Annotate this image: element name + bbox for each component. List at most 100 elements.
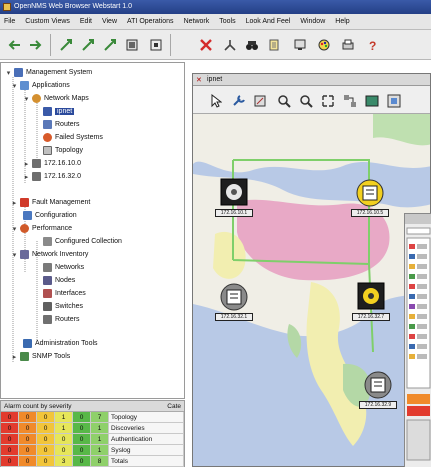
alarm-row[interactable]: 0 0 0 1 0 1 Discoveries bbox=[1, 423, 184, 434]
monitor-icon[interactable] bbox=[290, 35, 310, 55]
alarm-count-cell[interactable]: 0 bbox=[73, 423, 91, 434]
tree-item-fault-management[interactable]: ▸ Fault Management bbox=[11, 197, 90, 208]
tree-item-subnet-10[interactable]: ▸ 172.16.10.0 bbox=[23, 158, 81, 169]
wrench-icon[interactable] bbox=[229, 92, 247, 110]
fit-map-icon[interactable] bbox=[319, 92, 337, 110]
alarm-count-cell[interactable]: 0 bbox=[55, 445, 73, 456]
expand-toggle-icon[interactable]: ▸ bbox=[23, 160, 30, 168]
tree-item-applications[interactable]: ▾ Applications bbox=[11, 80, 70, 91]
menu-network[interactable]: Network bbox=[184, 18, 210, 25]
tree-item-networks[interactable]: Networks bbox=[43, 262, 84, 273]
alarm-count-cell[interactable]: 0 bbox=[19, 423, 37, 434]
palette-icon[interactable] bbox=[314, 35, 334, 55]
tree-item-interfaces[interactable]: Interfaces bbox=[43, 288, 86, 299]
expand-toggle-icon[interactable]: ▸ bbox=[11, 353, 18, 361]
pointer-icon[interactable] bbox=[207, 92, 225, 110]
menu-custom-views[interactable]: Custom Views bbox=[25, 18, 70, 25]
expand-toggle-icon[interactable]: ▸ bbox=[11, 199, 18, 207]
menu-window[interactable]: Window bbox=[300, 18, 325, 25]
alarm-count-cell[interactable]: 7 bbox=[91, 412, 109, 423]
layout-icon[interactable] bbox=[341, 92, 359, 110]
tree-item-administration-tools[interactable]: Administration Tools bbox=[23, 338, 98, 349]
back-arrow-icon[interactable] bbox=[4, 35, 24, 55]
alarm-count-cell[interactable]: 0 bbox=[37, 456, 55, 467]
collapse-toggle-icon[interactable]: ▾ bbox=[23, 95, 30, 103]
tree-root[interactable]: ▾ Management System bbox=[5, 67, 92, 78]
menu-view[interactable]: View bbox=[102, 18, 117, 25]
alarm-count-cell[interactable]: 0 bbox=[73, 412, 91, 423]
alarm-count-cell[interactable]: 1 bbox=[91, 423, 109, 434]
alarm-count-cell[interactable]: 0 bbox=[37, 445, 55, 456]
alarm-count-cell[interactable]: 0 bbox=[1, 434, 19, 445]
alarm-row[interactable]: 0 0 0 0 0 1 Syslog bbox=[1, 445, 184, 456]
map-node-router-gray-2[interactable]: 172.16.32.9 bbox=[359, 370, 397, 409]
tree-item-ipnet[interactable]: ipnet bbox=[43, 106, 75, 117]
tree-item-subnet-32[interactable]: ▸ 172.16.32.0 bbox=[23, 171, 81, 182]
menu-look-and-feel[interactable]: Look And Feel bbox=[246, 18, 291, 25]
menu-file[interactable]: File bbox=[4, 18, 15, 25]
tree-item-configuration[interactable]: Configuration bbox=[23, 210, 77, 221]
close-icon[interactable]: ✕ bbox=[196, 76, 202, 84]
resize-icon[interactable] bbox=[100, 35, 120, 55]
delete-icon[interactable] bbox=[196, 35, 216, 55]
alarm-count-cell[interactable]: 0 bbox=[19, 445, 37, 456]
alarm-row[interactable]: 0 0 0 1 0 7 Topology bbox=[1, 412, 184, 423]
tree-item-routers-map[interactable]: Routers bbox=[43, 119, 80, 130]
tree-item-network-inventory[interactable]: ▾ Network Inventory bbox=[11, 249, 88, 260]
alarm-count-cell[interactable]: 1 bbox=[55, 412, 73, 423]
alarm-count-cell[interactable]: 0 bbox=[19, 434, 37, 445]
tree-item-snmp-tools[interactable]: ▸ SNMP Tools bbox=[11, 351, 70, 362]
map-node-server-yellow[interactable]: 172.16.32.7 bbox=[352, 282, 390, 321]
alarm-count-cell[interactable]: 0 bbox=[73, 456, 91, 467]
alarm-count-cell[interactable]: 0 bbox=[19, 456, 37, 467]
overlapping-window[interactable] bbox=[404, 213, 431, 467]
map-node-router-yellow[interactable]: 172.16.10.5 bbox=[351, 178, 389, 217]
alarm-row[interactable]: 0 0 0 3 0 8 Totals bbox=[1, 456, 184, 467]
grid-icon[interactable] bbox=[122, 35, 142, 55]
collapse-toggle-icon[interactable]: ▾ bbox=[11, 82, 18, 90]
help-icon[interactable]: ? bbox=[362, 35, 382, 55]
collapse-toggle-icon[interactable]: ▾ bbox=[5, 69, 12, 77]
alarm-count-cell[interactable]: 0 bbox=[1, 456, 19, 467]
menu-ati-operations[interactable]: ATI Operations bbox=[127, 18, 174, 25]
tree-item-performance[interactable]: ▾ Performance bbox=[11, 223, 72, 234]
map-node-server[interactable]: 172.16.10.1 bbox=[215, 178, 253, 217]
alarm-count-cell[interactable]: 0 bbox=[1, 423, 19, 434]
tree-item-topology[interactable]: Topology bbox=[43, 145, 83, 156]
alarm-row[interactable]: 0 0 0 0 0 1 Authentication bbox=[1, 434, 184, 445]
alarm-count-cell[interactable]: 0 bbox=[19, 412, 37, 423]
menu-help[interactable]: Help bbox=[335, 18, 349, 25]
menu-edit[interactable]: Edit bbox=[80, 18, 92, 25]
alarm-count-cell[interactable]: 3 bbox=[55, 456, 73, 467]
zoom-out-icon[interactable] bbox=[297, 92, 315, 110]
tree-item-network-maps[interactable]: ▾ Network Maps bbox=[23, 93, 89, 104]
properties-icon[interactable] bbox=[385, 92, 403, 110]
alarm-count-cell[interactable]: 0 bbox=[37, 412, 55, 423]
move-icon[interactable] bbox=[56, 35, 76, 55]
map-node-router-gray[interactable]: 172.16.32.1 bbox=[215, 282, 253, 321]
connect-icon[interactable] bbox=[220, 35, 240, 55]
tree-item-configured-collection[interactable]: Configured Collection bbox=[43, 236, 122, 247]
link-icon[interactable] bbox=[78, 35, 98, 55]
alarm-count-cell[interactable]: 0 bbox=[37, 423, 55, 434]
background-icon[interactable] bbox=[363, 92, 381, 110]
alarm-count-cell[interactable]: 0 bbox=[1, 412, 19, 423]
menu-tools[interactable]: Tools bbox=[219, 18, 235, 25]
forward-arrow-icon[interactable] bbox=[26, 35, 46, 55]
stop-icon[interactable] bbox=[146, 35, 166, 55]
alarm-count-cell[interactable]: 0 bbox=[73, 434, 91, 445]
alarm-count-cell[interactable]: 0 bbox=[37, 434, 55, 445]
expand-toggle-icon[interactable]: ▸ bbox=[23, 173, 30, 181]
alarm-count-cell[interactable]: 8 bbox=[91, 456, 109, 467]
print-icon[interactable] bbox=[338, 35, 358, 55]
binoculars-icon[interactable] bbox=[242, 35, 262, 55]
collapse-toggle-icon[interactable]: ▾ bbox=[11, 251, 18, 259]
alarm-count-cell[interactable]: 1 bbox=[55, 423, 73, 434]
tree-item-routers[interactable]: Routers bbox=[43, 314, 80, 325]
alarm-count-cell[interactable]: 1 bbox=[91, 434, 109, 445]
alarm-count-cell[interactable]: 1 bbox=[91, 445, 109, 456]
alarm-count-cell[interactable]: 0 bbox=[55, 434, 73, 445]
tree-item-switches[interactable]: Switches bbox=[43, 301, 83, 312]
alarm-count-cell[interactable]: 0 bbox=[73, 445, 91, 456]
zoom-in-icon[interactable] bbox=[275, 92, 293, 110]
